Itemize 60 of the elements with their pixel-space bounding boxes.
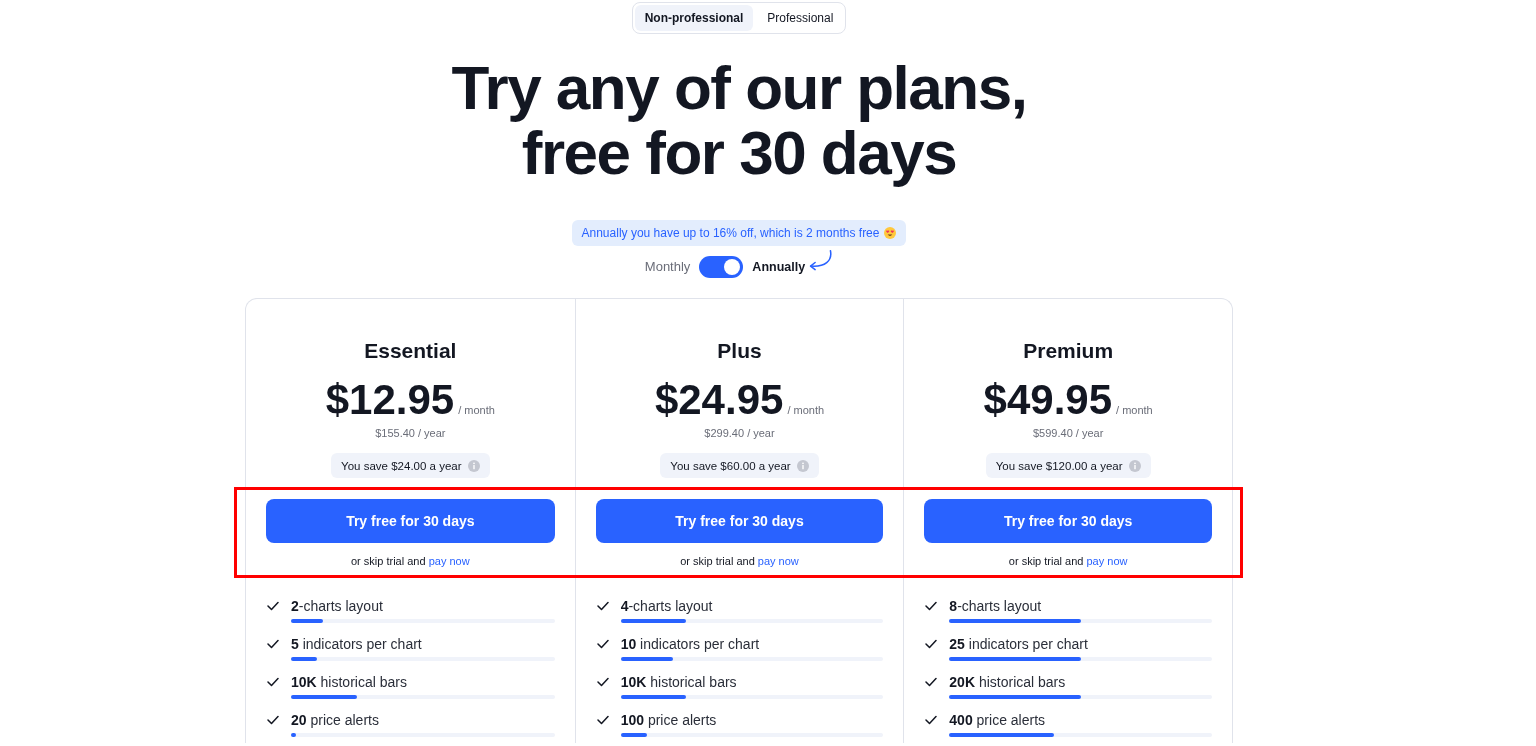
feature-text: 400 price alerts — [949, 711, 1047, 729]
monthly-label: Monthly — [644, 259, 691, 275]
pay-now-link[interactable]: pay now — [428, 555, 470, 567]
yearly-price: $599.40 / year — [1033, 426, 1104, 440]
feature-text: 10K historical bars — [291, 673, 408, 691]
feature-text: 10 indicators per chart — [620, 635, 761, 653]
check-icon — [596, 715, 609, 725]
feature-text: 8-charts layout — [949, 597, 1043, 615]
feature-text: 10K historical bars — [620, 673, 738, 691]
check-icon — [925, 639, 938, 649]
plan-name: Premium — [1023, 339, 1114, 363]
savings-text: You save $60.00 a year — [670, 459, 791, 472]
billing-switch[interactable] — [699, 256, 744, 278]
plan-price: $24.95 — [654, 377, 784, 423]
feature-text: 100 price alerts — [620, 711, 718, 729]
price-period: / month — [787, 404, 825, 416]
yearly-price: $155.40 / year — [375, 426, 446, 440]
heart-eyes-face-icon — [884, 227, 897, 239]
check-icon — [596, 639, 609, 649]
feature-text: 20 price alerts — [291, 711, 380, 729]
audience-tab[interactable]: Non-professional — [634, 5, 754, 31]
price-period: / month — [1116, 404, 1153, 416]
check-icon — [267, 601, 279, 611]
plan-price: $49.95 — [983, 377, 1113, 423]
audience-tab[interactable]: Professional — [757, 5, 844, 31]
check-icon — [925, 677, 938, 687]
check-icon — [267, 715, 279, 725]
curved-arrow-icon — [809, 250, 834, 271]
annually-label: Annually — [752, 259, 806, 275]
skip-trial-text: or skip trial and pay now — [351, 554, 470, 568]
feature-text: 2-charts layout — [291, 597, 384, 615]
info-icon — [1128, 459, 1141, 472]
skip-trial-text: or skip trial and pay now — [1008, 554, 1128, 568]
check-icon — [267, 639, 279, 649]
feature-text: 5 indicators per chart — [291, 635, 423, 653]
savings-text: You save $120.00 a year — [995, 459, 1123, 472]
plan-name: Essential — [364, 339, 457, 363]
info-icon — [467, 459, 480, 472]
check-icon — [925, 601, 938, 611]
skip-trial-text: or skip trial and pay now — [680, 554, 799, 568]
check-icon — [596, 601, 609, 611]
page-headline: Try any of our plans, free for 30 days — [450, 55, 1028, 185]
discount-text: Annually you have up to 16% off, which is 2 months free — [581, 226, 880, 240]
check-icon — [925, 715, 938, 725]
check-icon — [596, 677, 609, 687]
check-icon — [267, 677, 279, 687]
feature-text: 20K historical bars — [949, 673, 1067, 691]
trial-button[interactable]: Try free for 30 days — [595, 499, 884, 543]
savings-text: You save $24.00 a year — [341, 459, 462, 472]
pay-now-link[interactable]: pay now — [1086, 555, 1128, 567]
trial-button[interactable]: Try free for 30 days — [924, 499, 1212, 543]
pay-now-link[interactable]: pay now — [757, 555, 799, 567]
yearly-price: $299.40 / year — [704, 426, 775, 440]
trial-button[interactable]: Try free for 30 days — [266, 499, 555, 543]
plan-price: $12.95 — [325, 377, 455, 423]
plan-name: Plus — [717, 339, 762, 363]
price-period: / month — [458, 404, 495, 416]
info-icon — [796, 459, 809, 472]
feature-text: 25 indicators per chart — [949, 635, 1089, 653]
feature-text: 4-charts layout — [620, 597, 714, 615]
